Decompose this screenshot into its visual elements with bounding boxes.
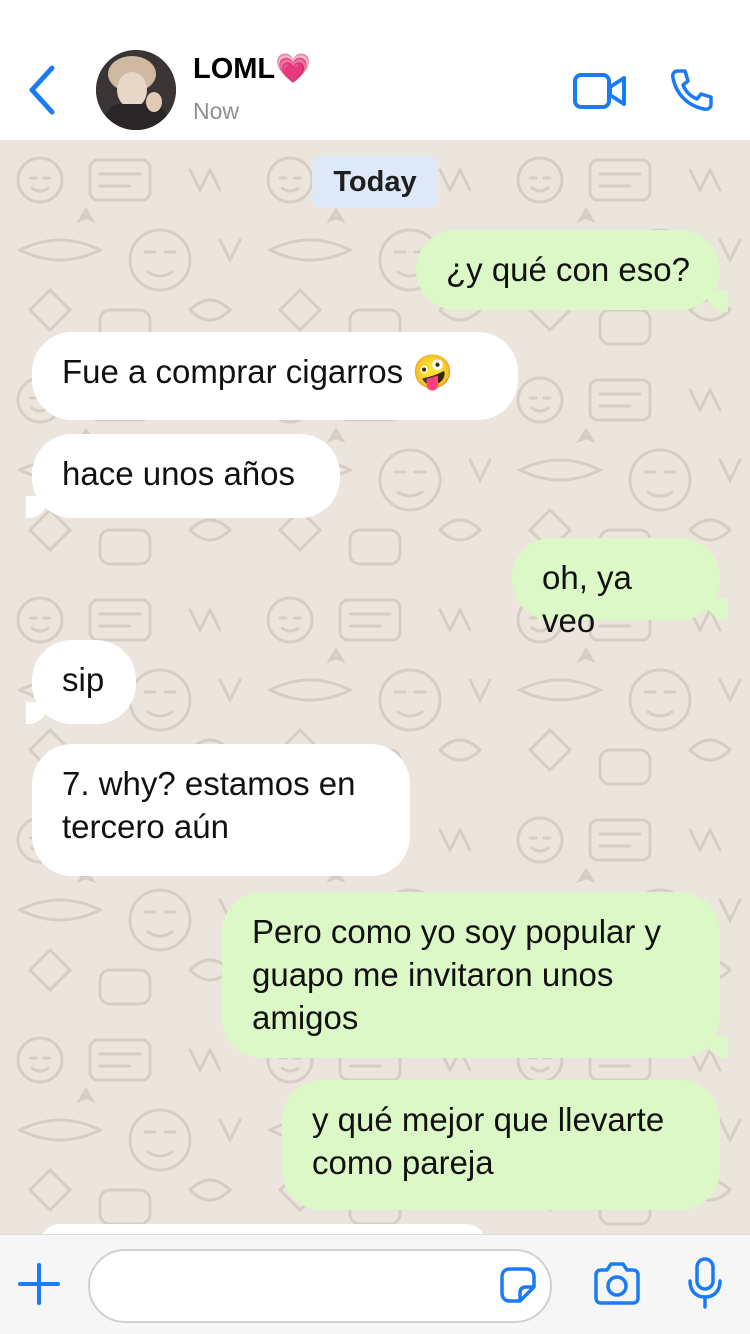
video-call-button[interactable]: [572, 70, 628, 112]
back-button[interactable]: [22, 62, 62, 118]
message-text: sip: [62, 661, 105, 698]
chat-header: LOML💗 Now: [0, 0, 750, 140]
message-bubble-outgoing[interactable]: y qué mejor que llevarte como pareja: [282, 1080, 720, 1210]
message-bubble-outgoing[interactable]: ¿y qué con eso?: [416, 230, 720, 310]
message-text: 7. why? estamos en tercero aún: [62, 765, 356, 845]
message-bubble-incoming[interactable]: Fue a comprar cigarros 🤪: [32, 332, 518, 420]
microphone-button[interactable]: [686, 1255, 724, 1313]
video-camera-icon: [573, 73, 626, 109]
sticker-icon: [500, 1267, 536, 1303]
phone-icon: [671, 69, 713, 111]
message-text: Pero como yo soy popular y guapo me invi…: [252, 913, 662, 1036]
camera-icon: [594, 1262, 640, 1305]
microphone-icon: [688, 1257, 722, 1309]
chevron-left-icon: [29, 65, 55, 115]
message-text: y qué mejor que llevarte como pareja: [312, 1101, 665, 1181]
message-text: ¿y qué con eso?: [446, 251, 690, 288]
message-bubble-incoming-partial[interactable]: [40, 1224, 486, 1234]
voice-call-button[interactable]: [668, 67, 714, 113]
plus-icon: [18, 1263, 60, 1305]
attach-button[interactable]: [16, 1261, 62, 1307]
avatar-photo: [96, 50, 176, 130]
message-text: hace unos años: [62, 455, 296, 492]
message-text: Fue a comprar cigarros 🤪: [62, 353, 454, 390]
message-input-bar: [0, 1234, 750, 1334]
message-bubble-incoming[interactable]: 7. why? estamos en tercero aún: [32, 744, 410, 876]
contact-status: Now: [193, 98, 240, 124]
message-bubble-outgoing[interactable]: oh, ya veo: [512, 538, 720, 639]
message-bubble-incoming[interactable]: sip: [32, 640, 136, 724]
avatar[interactable]: [96, 50, 176, 130]
chat-area[interactable]: Today ¿y qué con eso? Fue a comprar ciga…: [0, 140, 750, 1234]
message-input[interactable]: [88, 1249, 552, 1323]
message-bubble-incoming[interactable]: hace unos años: [32, 434, 340, 518]
date-separator: Today: [312, 156, 438, 208]
message-bubble-outgoing[interactable]: Pero como yo soy popular y guapo me invi…: [222, 892, 720, 1058]
sticker-button[interactable]: [496, 1263, 540, 1307]
contact-name[interactable]: LOML💗: [193, 52, 311, 86]
camera-button[interactable]: [592, 1261, 642, 1307]
